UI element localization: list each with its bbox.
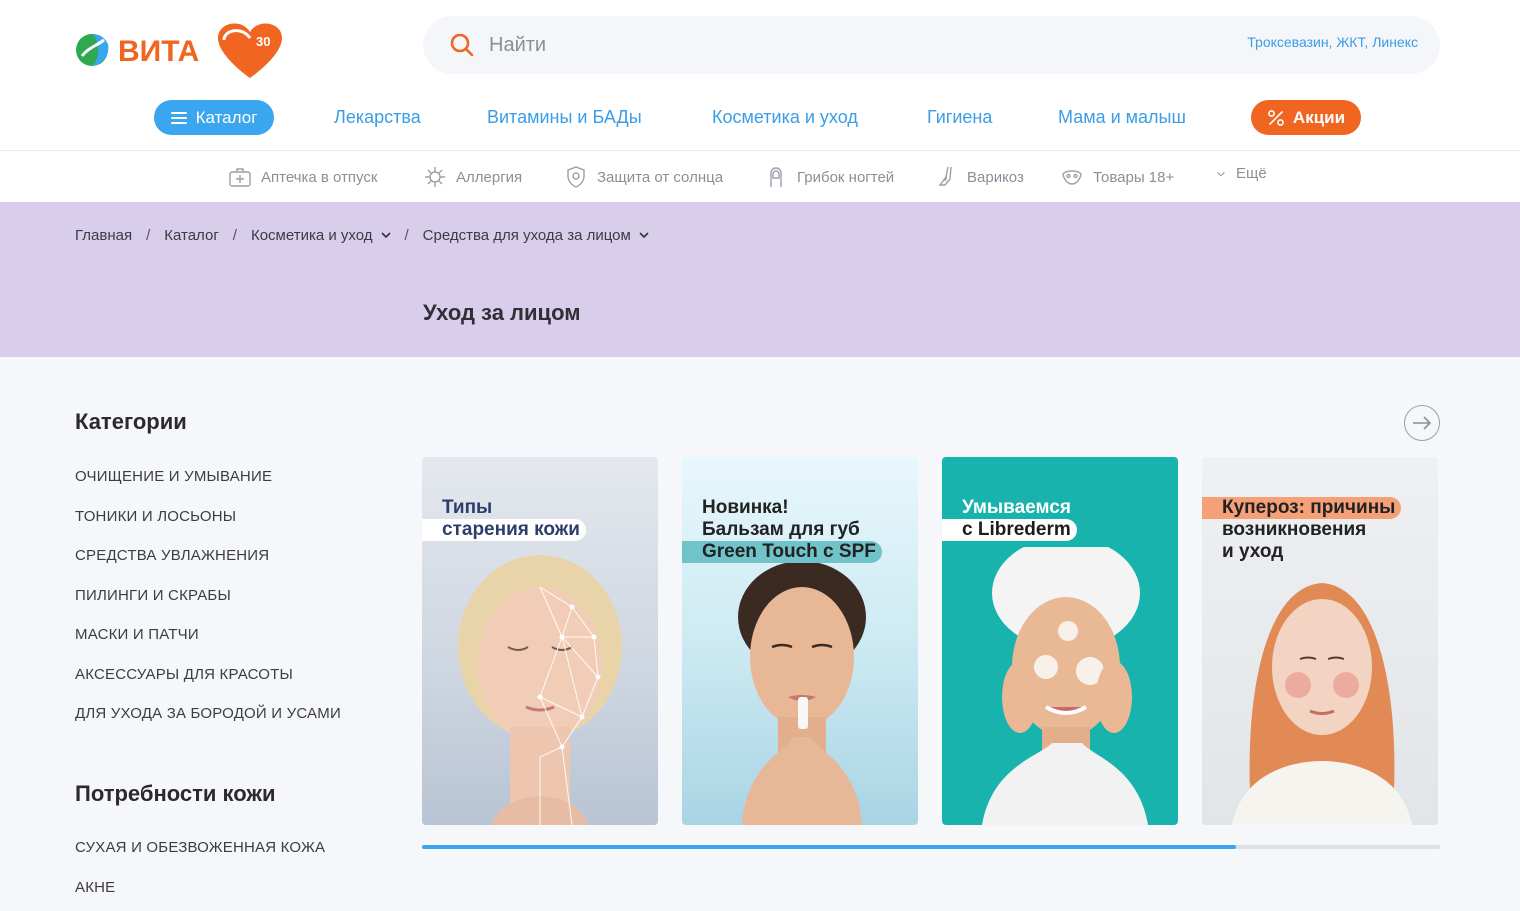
sub-nav: Аптечка в отпуск Аллергия Защита от солн… xyxy=(0,151,1520,202)
logo-badge: 30 xyxy=(256,34,270,49)
skin-need-link-acne[interactable]: АКНЕ xyxy=(75,879,115,896)
subnav-item-adult[interactable]: Товары 18+ xyxy=(1060,165,1174,189)
category-link-tonics[interactable]: ТОНИКИ И ЛОСЬОНЫ xyxy=(75,508,236,525)
card-title: Умываемся с Librederm xyxy=(942,497,1077,541)
breadcrumb-separator: / xyxy=(232,227,237,244)
card-title: Новинка! Бальзам для губ Green Touch с S… xyxy=(682,497,882,563)
leg-icon xyxy=(938,166,952,186)
subnav-label: Аллергия xyxy=(456,168,523,186)
breadcrumb-catalog[interactable]: Каталог xyxy=(164,227,219,244)
adult-goods-icon xyxy=(1062,170,1082,185)
first-aid-kit-icon xyxy=(229,168,251,187)
breadcrumb-separator: / xyxy=(404,227,409,244)
percent-icon xyxy=(1268,109,1284,126)
search-input[interactable] xyxy=(489,33,1089,57)
card-title-line: Умываемся xyxy=(962,497,1071,518)
face-illustration xyxy=(458,555,622,825)
story-card-couperose[interactable]: Купероз: причины возникновения и уход xyxy=(1202,457,1438,825)
chevron-down-icon xyxy=(380,232,391,239)
subnav-item-nail-fungus[interactable]: Грибок ногтей xyxy=(764,165,894,189)
card-title: Типы старения кожи xyxy=(422,497,586,541)
nav-link-cosmetics[interactable]: Косметика и уход xyxy=(712,107,858,128)
subnav-label: Защита от солнца xyxy=(597,168,724,186)
breadcrumb-face-care[interactable]: Средства для ухода за лицом xyxy=(423,227,649,244)
nav-link-medicines[interactable]: Лекарства xyxy=(334,107,421,128)
sun-shield-icon xyxy=(567,166,585,188)
categories-heading: Категории xyxy=(75,409,187,434)
nail-icon xyxy=(770,167,782,187)
nav-link-hygiene[interactable]: Гигиена xyxy=(927,107,992,128)
breadcrumb-home[interactable]: Главная xyxy=(75,227,132,244)
chevron-down-icon xyxy=(639,232,649,239)
arrow-right-icon xyxy=(1413,416,1432,430)
subnav-item-allergy[interactable]: Аллергия xyxy=(423,165,522,189)
category-banner: Главная / Каталог / Косметика и уход / С… xyxy=(0,202,1520,357)
card-title-line: Бальзам для губ xyxy=(702,519,860,540)
subnav-label: Аптечка в отпуск xyxy=(261,168,378,186)
card-title-line: Green Touch с SPF xyxy=(682,541,882,563)
card-title-line: с Librederm xyxy=(942,519,1077,541)
card-title-line: возникновения xyxy=(1222,519,1367,540)
red-haired-girl-illustration xyxy=(1232,583,1412,825)
vita-logo[interactable]: ВИТА 30 xyxy=(74,16,286,86)
subnav-label: Товары 18+ xyxy=(1093,168,1175,186)
main-nav: Каталог Лекарства Витамины и БАДы Космет… xyxy=(0,100,1520,136)
subnav-item-sun-protection[interactable]: Защита от солнца xyxy=(564,165,723,189)
catalog-label: Каталог xyxy=(195,107,258,127)
breadcrumb-separator: / xyxy=(146,227,151,244)
category-link-peelings[interactable]: ПИЛИНГИ И СКРАБЫ xyxy=(75,587,231,604)
breadcrumb: Главная / Каталог / Косметика и уход / С… xyxy=(75,227,649,244)
story-card-lip-balm[interactable]: Новинка! Бальзам для губ Green Touch с S… xyxy=(682,457,918,825)
woman-washing-face-illustration xyxy=(982,547,1148,825)
logo-text: ВИТА xyxy=(118,35,199,68)
subnav-label: Грибок ногтей xyxy=(797,168,895,186)
breadcrumb-cosmetics[interactable]: Косметика и уход xyxy=(251,227,391,244)
subnav-item-varicose[interactable]: Варикоз xyxy=(934,165,1024,189)
card-title-line: и уход xyxy=(1222,541,1284,562)
subnav-more-label: Ещё xyxy=(1236,165,1267,182)
menu-icon xyxy=(170,111,187,124)
allergy-icon xyxy=(425,167,445,187)
card-title-line: Типы xyxy=(442,497,493,518)
category-link-beard-care[interactable]: ДЛЯ УХОДА ЗА БОРОДОЙ И УСАМИ xyxy=(75,705,341,722)
card-title-line: Купероз: причины xyxy=(1202,497,1402,519)
site-header: ВИТА 30 Троксевазин, ЖКТ, Линекс Каталог… xyxy=(0,0,1520,151)
breadcrumb-label: Косметика и уход xyxy=(250,227,373,244)
page-title: Уход за лицом xyxy=(423,300,581,325)
card-title-line: старения кожи xyxy=(422,519,586,541)
promo-label: Акции xyxy=(1292,107,1346,127)
category-link-moisturizers[interactable]: СРЕДСТВА УВЛАЖНЕНИЯ xyxy=(75,547,269,564)
search-hint[interactable]: Троксевазин, ЖКТ, Линекс xyxy=(1247,34,1418,50)
nav-link-mother-baby[interactable]: Мама и малыш xyxy=(1058,107,1186,128)
carousel-next-button[interactable] xyxy=(1404,405,1440,441)
promo-button[interactable]: Акции xyxy=(1251,100,1361,135)
skin-needs-heading: Потребности кожи xyxy=(75,781,276,806)
card-title-line: Новинка! xyxy=(702,497,789,518)
subnav-more[interactable]: Ещё xyxy=(1214,165,1267,182)
search-icon[interactable] xyxy=(449,32,475,58)
woman-lip-balm-illustration xyxy=(738,561,866,825)
category-link-accessories[interactable]: АКСЕССУАРЫ ДЛЯ КРАСОТЫ xyxy=(75,666,293,683)
carousel-scrollbar[interactable] xyxy=(422,845,1440,849)
chevron-down-icon xyxy=(1217,171,1225,176)
story-card-aging-types[interactable]: Типы старения кожи xyxy=(422,457,658,825)
subnav-label: Варикоз xyxy=(967,168,1024,186)
skin-need-link-dry[interactable]: СУХАЯ И ОБЕЗВОЖЕННАЯ КОЖА xyxy=(75,839,325,856)
catalog-button[interactable]: Каталог xyxy=(154,100,274,135)
breadcrumb-label: Средства для ухода за лицом xyxy=(422,227,631,244)
carousel-scrollbar-thumb[interactable] xyxy=(422,845,1237,849)
subnav-item-first-aid[interactable]: Аптечка в отпуск xyxy=(228,165,377,189)
search-bar: Троксевазин, ЖКТ, Линекс xyxy=(423,16,1440,74)
nav-link-vitamins[interactable]: Витамины и БАДы xyxy=(487,107,642,128)
category-link-masks[interactable]: МАСКИ И ПАТЧИ xyxy=(75,626,199,643)
category-link-cleansing[interactable]: ОЧИЩЕНИЕ И УМЫВАНИЕ xyxy=(75,468,272,485)
story-card-librederm[interactable]: Умываемся с Librederm xyxy=(942,457,1178,825)
card-title: Купероз: причины возникновения и уход xyxy=(1202,497,1402,563)
